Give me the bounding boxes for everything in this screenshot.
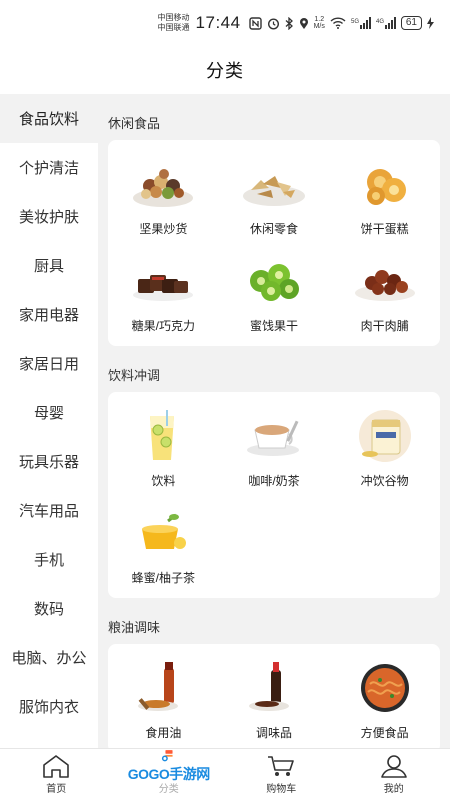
sidebar-item-appliances[interactable]: 家用电器 [0, 290, 98, 339]
subcategory-label: 饮料 [151, 474, 176, 488]
subcategory-item[interactable]: 蜜饯果干 [219, 249, 330, 346]
subcategory-label: 蜜饯果干 [249, 319, 298, 333]
clock: 17:44 [195, 13, 241, 32]
signal-4g-icon: 4G [376, 16, 396, 30]
sidebar-item-toys[interactable]: 玩具乐器 [0, 437, 98, 486]
subcategory-item[interactable]: 方便食品 [329, 656, 440, 748]
subcategory-label: 休闲零食 [249, 222, 298, 236]
cereal-icon [347, 404, 423, 468]
sidebar-item-beauty[interactable]: 美妆护肤 [0, 192, 98, 241]
page-header: 分类 [0, 46, 450, 94]
section-title: 粮油调味 [108, 620, 161, 635]
subcategory-label: 坚果炒货 [139, 222, 188, 236]
subcategory-item[interactable]: 蜂蜜/柚子茶 [108, 501, 219, 598]
sidebar-item-household[interactable]: 家居日用 [0, 339, 98, 388]
charging-icon [427, 16, 434, 30]
subcategory-item[interactable]: 饼干蛋糕 [329, 152, 440, 249]
subcategory-card: 食用油 调味品 方便食品 [108, 644, 440, 748]
category-content: 休闲食品 坚果炒货 休闲零食 饼干蛋糕 糖果/巧克力 蜜饯果干 肉干肉脯 饮料冲… [98, 94, 450, 748]
category-sidebar: 食品饮料 个护清洁 美妆护肤 厨具 家用电器 家居日用 母婴 玩具乐器 汽车用品… [0, 94, 98, 748]
location-icon [299, 16, 309, 30]
coffee-icon [236, 404, 312, 468]
subcategory-item[interactable]: 咖啡/奶茶 [219, 404, 330, 501]
subcategory-label: 糖果/巧克力 [131, 319, 195, 333]
subcategory-label: 蜂蜜/柚子茶 [131, 571, 195, 585]
subcategory-item[interactable]: 食用油 [108, 656, 219, 748]
section-title: 休闲食品 [108, 116, 161, 131]
speed-unit: M/s [313, 23, 325, 30]
sidebar-item-auto[interactable]: 汽车用品 [0, 486, 98, 535]
subcategory-item[interactable]: 糖果/巧克力 [108, 249, 219, 346]
subcategory-item[interactable]: 调味品 [219, 656, 330, 748]
subcategory-label: 肉干肉脯 [360, 319, 409, 333]
nav-cart-label: 购物车 [266, 784, 297, 795]
nfc-icon [248, 16, 262, 30]
signal-5g-icon: 5G [351, 16, 371, 30]
jerky-icon [347, 249, 423, 313]
subcategory-item[interactable]: 肉干肉脯 [329, 249, 440, 346]
cart-icon [268, 756, 295, 776]
page-title: 分类 [206, 61, 244, 81]
bottom-nav: 首页 GOGO手游网 分类 购物车 我的 [0, 748, 450, 800]
chocolate-icon [125, 249, 201, 313]
sidebar-item-computers[interactable]: 电脑、办公 [0, 633, 98, 682]
subcategory-item[interactable]: 饮料 [108, 404, 219, 501]
drink-icon [125, 404, 201, 468]
subcategory-label: 方便食品 [360, 726, 409, 740]
kiwi-icon [236, 249, 312, 313]
nav-home[interactable]: 首页 [0, 749, 113, 800]
subcategory-label: 调味品 [255, 726, 292, 740]
home-icon [43, 755, 70, 778]
subcategory-card: 坚果炒货 休闲零食 饼干蛋糕 糖果/巧克力 蜜饯果干 肉干肉脯 [108, 140, 440, 346]
section-title: 饮料冲调 [108, 368, 161, 383]
alarm-icon [267, 16, 280, 30]
sidebar-item-digital[interactable]: 数码 [0, 584, 98, 633]
carrier-2: 中国联通 [157, 23, 190, 32]
status-bar: 中国移动 中国联通 17:44 1.2 M/s 5G 4G 61 [0, 0, 450, 46]
subcategory-card: 饮料 咖啡/奶茶 冲饮谷物 蜂蜜/柚子茶 [108, 392, 440, 598]
speed-value: 1.2 [314, 16, 325, 23]
nav-category-label: 分类 [158, 784, 179, 795]
svg-text:5G: 5G [351, 19, 359, 25]
subcategory-item[interactable]: 休闲零食 [219, 152, 330, 249]
network-speed: 1.2 M/s [314, 16, 325, 30]
nav-home-label: 首页 [46, 784, 67, 795]
sidebar-item-phones[interactable]: 手机 [0, 535, 98, 584]
subcategory-label: 冲饮谷物 [360, 474, 409, 488]
subcategory-label: 食用油 [145, 726, 182, 740]
sidebar-item-baby[interactable]: 母婴 [0, 388, 98, 437]
nav-category[interactable]: GOGO手游网 分类 [113, 749, 226, 800]
carrier-1: 中国移动 [157, 13, 190, 22]
wifi-icon [330, 16, 346, 30]
carrier-info: 中国移动 中国联通 [158, 13, 190, 33]
nav-cart[interactable]: 购物车 [225, 749, 338, 800]
category-icon [161, 750, 173, 762]
noodles-icon [347, 656, 423, 720]
subcategory-item[interactable]: 冲饮谷物 [329, 404, 440, 501]
soy-sauce-icon [236, 656, 312, 720]
user-icon [380, 755, 407, 778]
subcategory-label: 饼干蛋糕 [360, 222, 409, 236]
nav-profile-label: 我的 [383, 784, 404, 795]
sidebar-item-apparel[interactable]: 服饰内衣 [0, 682, 98, 731]
nuts-icon [125, 152, 201, 216]
oil-icon [125, 656, 201, 720]
nav-profile[interactable]: 我的 [338, 749, 450, 800]
battery-indicator: 61 [400, 16, 422, 30]
honey-icon [125, 501, 201, 565]
bluetooth-icon [285, 16, 294, 30]
chips-icon [236, 152, 312, 216]
sidebar-item-kitchenware[interactable]: 厨具 [0, 241, 98, 290]
sidebar-item-personal-care[interactable]: 个护清洁 [0, 143, 98, 192]
svg-text:4G: 4G [376, 19, 384, 25]
sidebar-item-food-drinks[interactable]: 食品饮料 [0, 94, 98, 143]
cookies-icon [347, 152, 423, 216]
subcategory-label: 咖啡/奶茶 [248, 474, 300, 488]
subcategory-item[interactable]: 坚果炒货 [108, 152, 219, 249]
